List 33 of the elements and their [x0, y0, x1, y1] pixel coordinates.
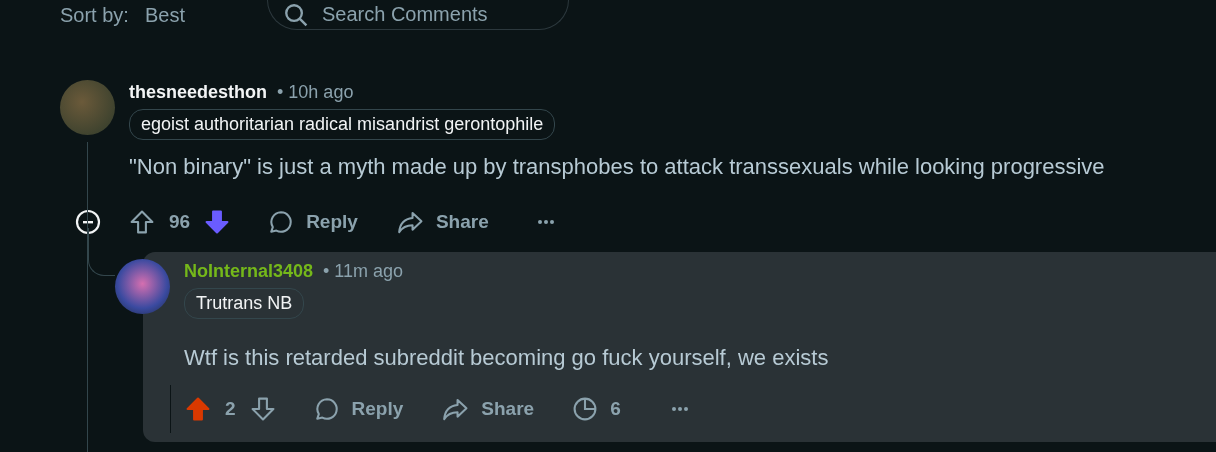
- share-arrow-icon: [441, 396, 470, 422]
- user-flair: egoist authoritarian radical misandrist gerontophile: [129, 109, 556, 140]
- user-flair: Trutrans NB: [184, 288, 305, 319]
- username[interactable]: NoInternal3408: [184, 261, 314, 282]
- search-icon: [282, 2, 309, 28]
- pie-chart-icon: [572, 396, 599, 422]
- reply-button[interactable]: Reply: [313, 396, 404, 422]
- username[interactable]: thesneedesthon: [129, 82, 268, 103]
- reply-button[interactable]: Reply: [268, 209, 358, 235]
- comment-bubble-icon: [268, 209, 295, 235]
- comment-text: Wtf is this retarded subreddit becoming go fuck yourself, we exists: [184, 345, 829, 371]
- timestamp: • 11m ago: [323, 261, 404, 282]
- share-button[interactable]: Share: [441, 396, 535, 422]
- sort-dropdown[interactable]: Best: [144, 3, 185, 27]
- insights-button[interactable]: 6: [572, 396, 621, 422]
- timestamp: • 10h ago: [277, 82, 354, 103]
- vote-count: 2: [225, 398, 236, 420]
- sort-label: Sort by:: [60, 3, 129, 27]
- search-field[interactable]: Search Comments: [266, 0, 569, 30]
- comment-bubble-icon: [313, 396, 340, 422]
- avatar-image[interactable]: [60, 80, 115, 135]
- downvote-icon[interactable]: [204, 209, 231, 235]
- avatar-image[interactable]: [115, 259, 170, 314]
- upvote-icon[interactable]: [129, 209, 155, 235]
- downvote-icon[interactable]: [249, 396, 276, 422]
- more-options-icon[interactable]: [536, 219, 555, 225]
- share-button[interactable]: Share: [395, 209, 489, 235]
- more-options-icon[interactable]: [670, 406, 689, 412]
- vote-count: 96: [169, 211, 191, 233]
- comment-text: "Non binary" is just a myth made up by transphobes to attack transsexuals while looking progressive: [129, 154, 1105, 180]
- thread-connector: [88, 228, 115, 276]
- collapse-icon[interactable]: [74, 209, 101, 235]
- share-arrow-icon: [395, 209, 424, 235]
